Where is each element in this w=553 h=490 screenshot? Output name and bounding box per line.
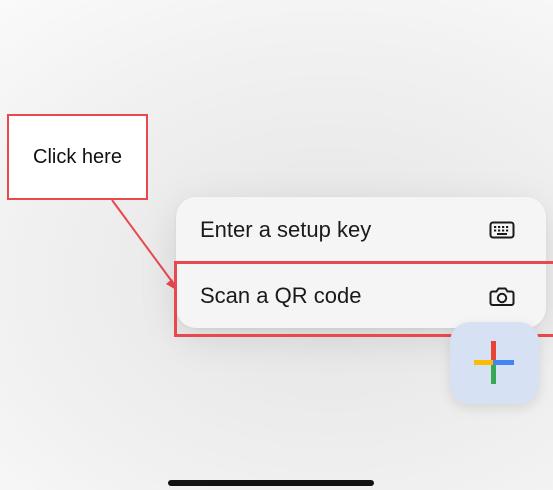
add-button[interactable] [450, 322, 539, 404]
menu-item-label: Enter a setup key [200, 216, 372, 242]
camera-icon [488, 282, 516, 310]
home-indicator [168, 480, 374, 486]
plus-icon [474, 341, 514, 384]
menu-item-label: Scan a QR code [200, 282, 362, 308]
annotation-callout: Click here [7, 114, 148, 200]
add-account-menu: Enter a setup key Scan a QR code [176, 197, 546, 328]
menu-item-enter-setup-key[interactable]: Enter a setup key [176, 197, 546, 262]
callout-text: Click here [33, 145, 122, 168]
menu-item-scan-qr-code[interactable]: Scan a QR code [176, 263, 546, 328]
keyboard-icon [488, 216, 516, 244]
